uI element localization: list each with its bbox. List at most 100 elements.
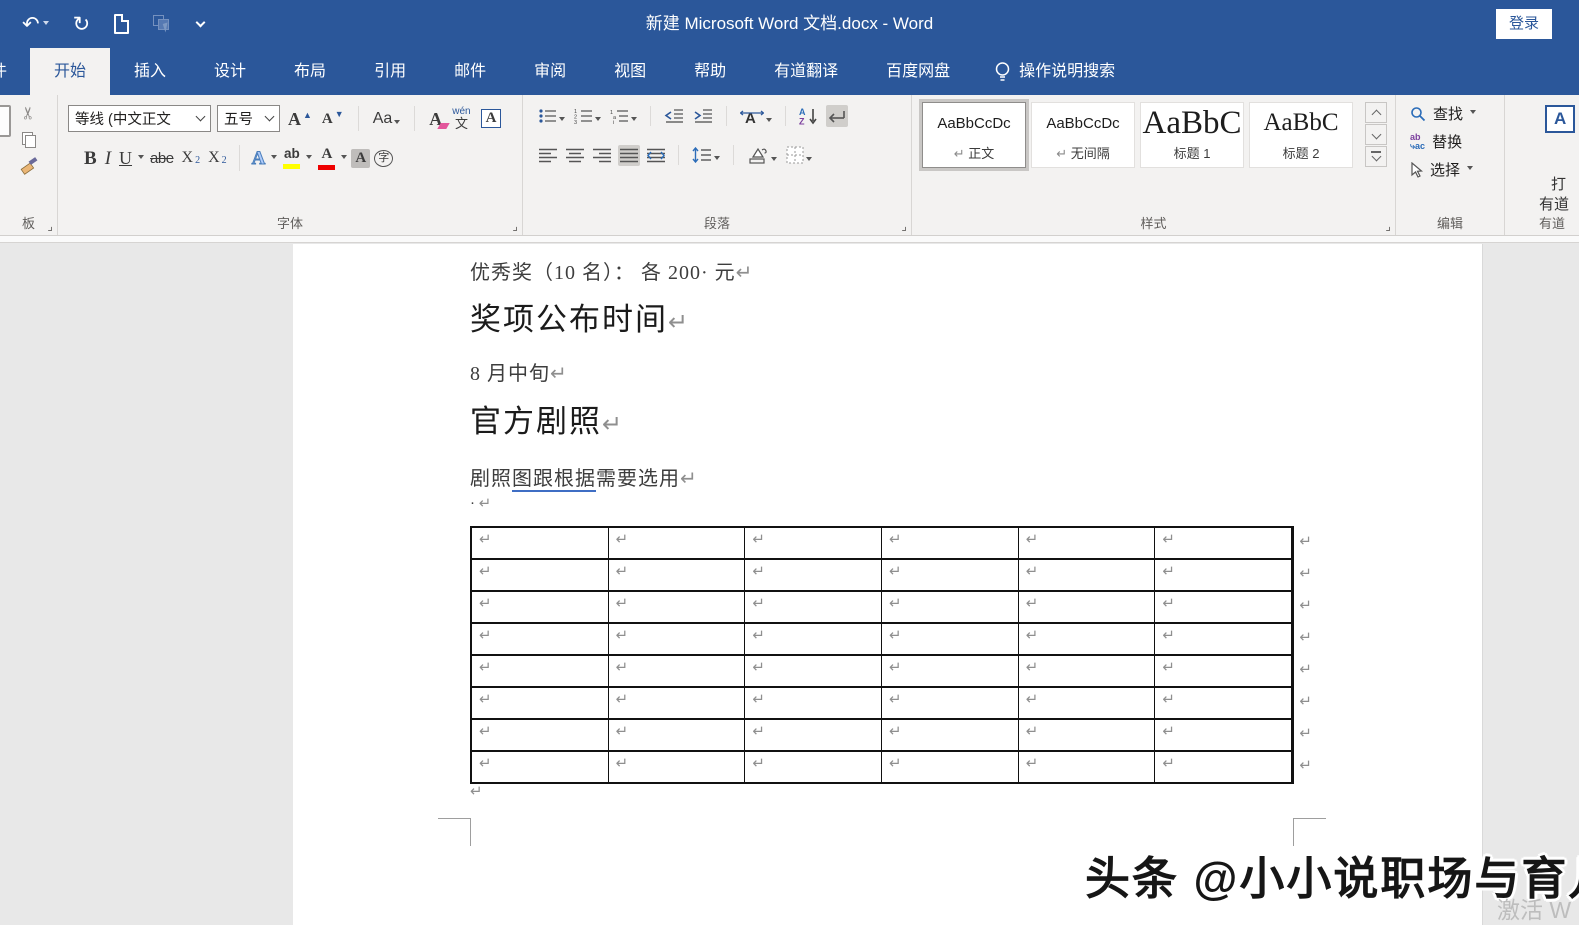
tab-home[interactable]: 开始 <box>30 48 111 95</box>
styles-dialog-launcher[interactable]: ⌟ <box>1385 220 1391 232</box>
table-cell[interactable]: ↵ <box>882 656 1019 686</box>
tab-baidu-netdisk[interactable]: 百度网盘 <box>862 48 974 95</box>
table-cell[interactable]: ↵ <box>1019 720 1156 750</box>
youdao-translate-icon[interactable]: A <box>1545 105 1576 133</box>
asian-layout-button[interactable]: A <box>738 105 774 128</box>
table-cell[interactable]: ↵ <box>472 592 609 622</box>
table-cell[interactable]: ↵ <box>1155 560 1293 590</box>
paragraph-stills-note[interactable]: 剧照图跟根据需要选用↵ <box>470 462 698 492</box>
heading-award-announce-time[interactable]: 奖项公布时间↵ <box>470 294 690 339</box>
table-cell[interactable]: ↵ <box>745 752 883 782</box>
paragraph-dot[interactable]: · ↵ <box>470 494 491 513</box>
phonetic-guide-button[interactable]: wén 文 <box>450 104 472 133</box>
table-cell[interactable]: ↵ <box>472 752 609 782</box>
table-cell[interactable]: ↵ <box>472 560 609 590</box>
style-card-normal[interactable]: AaBbCcDc ↵ 正文 <box>922 102 1026 168</box>
table-cell[interactable]: ↵ <box>882 752 1019 782</box>
tell-me-search[interactable]: 操作说明搜索 <box>974 48 1135 95</box>
table-cell[interactable]: ↵ <box>609 592 746 622</box>
numbering-button[interactable]: 123 <box>572 105 603 127</box>
subscript-button[interactable]: X2 <box>180 147 203 169</box>
tab-mailings[interactable]: 邮件 <box>430 48 510 95</box>
text-effects-button[interactable]: A <box>250 146 268 171</box>
table-cell[interactable]: ↵ <box>472 720 609 750</box>
table-cell[interactable]: ↵ <box>609 624 746 654</box>
strikethrough-button[interactable]: abe <box>148 148 176 169</box>
tab-help[interactable]: 帮助 <box>670 48 750 95</box>
paragraph-prize[interactable]: 优秀奖（10 名）： 各 200· 元↵ <box>470 256 753 285</box>
cut-icon[interactable]: ✂ <box>19 106 39 120</box>
replace-button[interactable]: ab ⤷ac 替换 <box>1410 131 1476 152</box>
underline-dropdown[interactable] <box>138 154 145 159</box>
distribute-button[interactable] <box>645 145 667 166</box>
table-cell[interactable]: ↵ <box>472 656 609 686</box>
table-cell[interactable]: ↵ <box>1019 560 1156 590</box>
tab-insert[interactable]: 插入 <box>110 48 190 95</box>
table-cell[interactable]: ↵ <box>882 688 1019 718</box>
style-card-heading1[interactable]: AaBbC 标题 1 <box>1140 102 1244 168</box>
copy-icon[interactable] <box>22 132 36 148</box>
tab-file-partial[interactable]: 件 <box>0 48 12 95</box>
shading-button[interactable] <box>745 143 779 167</box>
highlight-button[interactable]: ab <box>281 144 302 172</box>
table-cell[interactable]: ↵ <box>472 528 609 558</box>
table-cell[interactable]: ↵ <box>745 560 883 590</box>
table-cell[interactable]: ↵ <box>745 688 883 718</box>
paragraph-dialog-launcher[interactable]: ⌟ <box>901 220 907 232</box>
table-cell[interactable]: ↵ <box>882 560 1019 590</box>
bold-button[interactable]: B <box>82 146 99 171</box>
table-cell[interactable]: ↵ <box>745 592 883 622</box>
table-cell[interactable]: ↵ <box>1155 592 1293 622</box>
tab-layout[interactable]: 布局 <box>270 48 350 95</box>
table-cell[interactable]: ↵ <box>882 528 1019 558</box>
align-left-button[interactable] <box>537 145 559 166</box>
font-color-button[interactable]: A <box>316 144 337 173</box>
table-cell[interactable]: ↵ <box>1019 752 1156 782</box>
tab-review[interactable]: 审阅 <box>510 48 590 95</box>
sign-in-button[interactable]: 登录 <box>1495 9 1552 39</box>
shrink-font-button[interactable]: A ▼ <box>320 107 346 130</box>
font-color-dropdown[interactable] <box>341 154 348 159</box>
increase-indent-button[interactable] <box>691 105 715 127</box>
font-size-combo[interactable]: 五号 <box>217 105 280 132</box>
highlight-dropdown[interactable] <box>306 154 313 159</box>
table-cell[interactable]: ↵ <box>609 720 746 750</box>
borders-button[interactable] <box>784 143 814 167</box>
italic-button[interactable]: I <box>103 146 113 171</box>
table-cell[interactable]: ↵ <box>609 752 746 782</box>
style-card-no-spacing[interactable]: AaBbCcDc ↵ 无间隔 <box>1031 102 1135 168</box>
styles-scroll-up-button[interactable] <box>1365 102 1387 123</box>
table-cell[interactable]: ↵ <box>1019 656 1156 686</box>
table-cell[interactable]: ↵ <box>1155 528 1293 558</box>
format-painter-icon[interactable] <box>20 157 38 175</box>
table-cell[interactable]: ↵ <box>609 656 746 686</box>
superscript-button[interactable]: X2 <box>206 147 229 169</box>
table-cell[interactable]: ↵ <box>472 688 609 718</box>
table-cell[interactable]: ↵ <box>745 656 883 686</box>
font-name-combo[interactable]: 等线 (中文正文 <box>68 105 211 132</box>
table-cell[interactable]: ↵ <box>1155 688 1293 718</box>
show-hide-marks-button[interactable] <box>826 105 848 127</box>
text-effects-dropdown[interactable] <box>271 154 278 159</box>
table-cell[interactable]: ↵ <box>745 720 883 750</box>
paragraph-mid-august[interactable]: 8 月中旬↵ <box>470 357 568 386</box>
align-center-button[interactable] <box>564 145 586 166</box>
justify-button[interactable] <box>618 144 640 166</box>
table-cell[interactable]: ↵ <box>882 720 1019 750</box>
grow-font-button[interactable]: A ▲ <box>286 107 314 131</box>
style-card-heading2[interactable]: AaBbC 标题 2 <box>1249 102 1353 168</box>
table-cell[interactable]: ↵ <box>1019 688 1156 718</box>
clipboard-dialog-launcher[interactable]: ⌟ <box>47 220 53 232</box>
table-cell[interactable]: ↵ <box>745 528 883 558</box>
line-spacing-button[interactable] <box>690 144 722 166</box>
select-button[interactable]: 选择 <box>1410 159 1476 180</box>
decrease-indent-button[interactable] <box>662 105 686 127</box>
clear-formatting-button[interactable]: A <box>427 107 450 131</box>
align-right-button[interactable] <box>591 145 613 166</box>
table-cell[interactable]: ↵ <box>1155 624 1293 654</box>
font-dialog-launcher[interactable]: ⌟ <box>512 220 518 232</box>
table-cell[interactable]: ↵ <box>609 528 746 558</box>
tab-view[interactable]: 视图 <box>590 48 670 95</box>
bullets-button[interactable] <box>537 105 567 127</box>
table-cell[interactable]: ↵ <box>472 624 609 654</box>
